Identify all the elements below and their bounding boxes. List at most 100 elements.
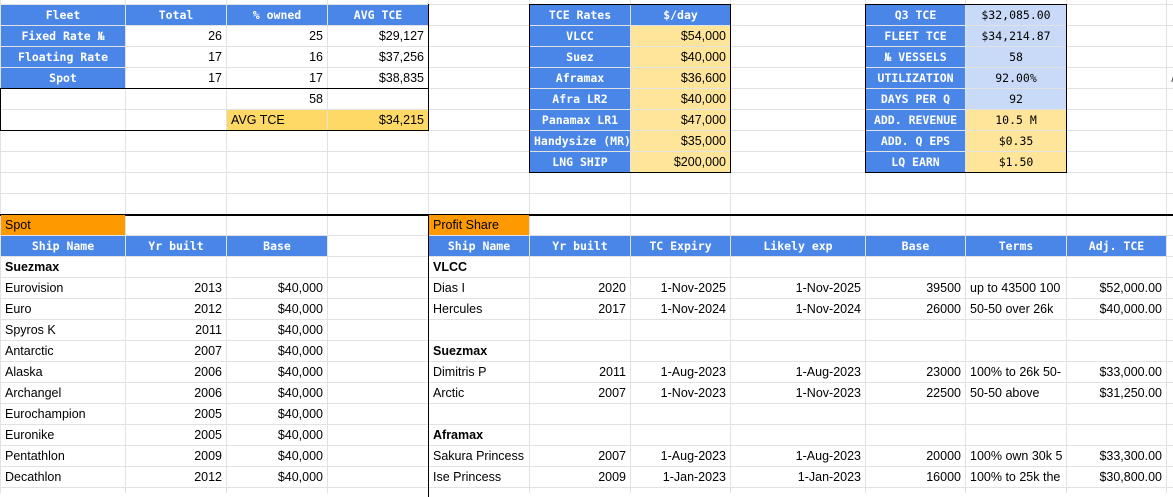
tce-vessel-type[interactable]: VLCC (530, 26, 630, 46)
profit-share-year-built[interactable]: 2017 (530, 299, 630, 319)
tce-vessel-type[interactable]: LNG SHIP (530, 152, 630, 172)
profit-share-base[interactable]: 26000 (866, 299, 965, 319)
profit-share-title[interactable]: Profit Share (429, 215, 529, 235)
profit-share-base[interactable]: 16000 (866, 467, 965, 487)
profit-share-adj-tce[interactable]: $30,800.00 (1067, 467, 1166, 487)
profit-share-terms[interactable]: 50-50 above (966, 383, 1066, 403)
profit-share-group-label[interactable]: Suezmax (429, 341, 529, 361)
tce-vessel-type[interactable]: Suez (530, 47, 630, 67)
spot-year-built[interactable]: 2006 (126, 362, 226, 382)
fleet-owned-total[interactable]: 58 (227, 89, 327, 109)
spot-ship-name[interactable]: Alaska (1, 362, 125, 382)
spot-year-built[interactable]: 2007 (126, 341, 226, 361)
tce-vessel-type[interactable]: Handysize (MR) (530, 131, 630, 151)
profit-share-column-header[interactable]: Yr built (530, 236, 630, 256)
q3-metric-value[interactable]: $1.50 (966, 152, 1066, 172)
profit-share-terms[interactable]: 50-50 over 26k (966, 299, 1066, 319)
spot-base-rate[interactable]: $40,000 (227, 383, 327, 403)
q3-metric-label[interactable]: DAYS PER Q (866, 89, 965, 109)
q3-metric-value[interactable]: 58 (966, 47, 1066, 67)
profit-share-tc-expiry[interactable]: 1-Nov-2025 (631, 278, 730, 298)
spot-year-built[interactable]: 2006 (126, 383, 226, 403)
spot-year-built[interactable]: 2012 (126, 299, 226, 319)
profit-share-adj-tce[interactable]: $31,250.00 (1067, 383, 1166, 403)
profit-share-ship-name[interactable]: Ise Princess (429, 467, 529, 487)
tce-rate-value[interactable]: $36,600 (631, 68, 730, 88)
fleet-total-cell[interactable]: 26 (126, 26, 226, 46)
profit-share-adj-tce[interactable]: $40,000.00 (1067, 299, 1166, 319)
q3-metric-label[interactable]: UTILIZATION (866, 68, 965, 88)
q3-metric-value[interactable]: 10.5 M (966, 110, 1066, 130)
profit-share-ship-name[interactable]: Sakura Princess (429, 446, 529, 466)
spot-ship-name[interactable]: Archangel (1, 383, 125, 403)
spot-ship-name[interactable]: Antarctic (1, 341, 125, 361)
spot-ship-name[interactable]: Euronike (1, 425, 125, 445)
profit-share-ship-name[interactable]: Dimitris P (429, 362, 529, 382)
spot-base-rate[interactable]: $40,000 (227, 362, 327, 382)
profit-share-year-built[interactable]: 2009 (530, 467, 630, 487)
profit-share-ship-name[interactable]: Arctic (429, 383, 529, 403)
spot-ship-name[interactable]: Eurovision (1, 278, 125, 298)
spot-column-header[interactable]: Base (227, 236, 327, 256)
fleet-header-cell[interactable]: % owned (227, 5, 327, 25)
spot-base-rate[interactable]: $40,000 (227, 341, 327, 361)
profit-share-tc-expiry[interactable]: 1-Jan-2023 (631, 467, 730, 487)
fleet-header-cell[interactable]: Total (126, 5, 226, 25)
spot-ship-name[interactable]: Pentathlon (1, 446, 125, 466)
fleet-avg-tce-cell[interactable]: $37,256 (328, 47, 428, 67)
q3-metric-value[interactable]: $32,085.00 (966, 5, 1066, 25)
q3-metric-label[interactable]: № VESSELS (866, 47, 965, 67)
tce-rate-value[interactable]: $54,000 (631, 26, 730, 46)
profit-share-base[interactable]: 23000 (866, 362, 965, 382)
spot-year-built[interactable]: 2005 (126, 404, 226, 424)
profit-share-likely-exp[interactable]: 1-Aug-2023 (731, 446, 865, 466)
fleet-row-label[interactable]: Fixed Rate № (1, 26, 125, 46)
spot-ship-name[interactable]: Eurochampion (1, 404, 125, 424)
spot-year-built[interactable]: 2011 (126, 320, 226, 340)
tce-vessel-type[interactable]: Panamax LR1 (530, 110, 630, 130)
tce-rate-value[interactable]: $40,000 (631, 89, 730, 109)
spot-year-built[interactable]: 2012 (126, 467, 226, 487)
spot-year-built[interactable]: 2013 (126, 278, 226, 298)
profit-share-column-header[interactable]: Likely exp (731, 236, 865, 256)
profit-share-likely-exp[interactable]: 1-Nov-2023 (731, 383, 865, 403)
spot-year-built[interactable]: 2005 (126, 425, 226, 445)
profit-share-adj-tce[interactable]: $33,300.00 (1067, 446, 1166, 466)
fleet-total-cell[interactable]: 17 (126, 47, 226, 67)
spot-base-rate[interactable]: $40,000 (227, 299, 327, 319)
profit-share-column-header[interactable]: TC Expiry (631, 236, 730, 256)
profit-share-tc-expiry[interactable]: 1-Aug-2023 (631, 362, 730, 382)
fleet-header-cell[interactable]: AVG TCE (328, 5, 428, 25)
fleet-total-cell[interactable]: 17 (126, 68, 226, 88)
profit-share-terms[interactable]: up to 43500 100 (966, 278, 1066, 298)
profit-share-terms[interactable]: 100% to 25k the (966, 467, 1066, 487)
q3-metric-label[interactable]: ADD. Q EPS (866, 131, 965, 151)
tce-rate-value[interactable]: $47,000 (631, 110, 730, 130)
profit-share-likely-exp[interactable]: 1-Jan-2023 (731, 467, 865, 487)
q3-metric-value[interactable]: 92 (966, 89, 1066, 109)
profit-share-column-header[interactable]: Base (866, 236, 965, 256)
profit-share-group-label[interactable]: Aframax (429, 425, 529, 445)
profit-share-tc-expiry[interactable]: 1-Aug-2023 (631, 446, 730, 466)
fleet-avg-tce-cell[interactable]: $38,835 (328, 68, 428, 88)
spot-ship-name[interactable]: Decathlon (1, 467, 125, 487)
profit-share-tc-expiry[interactable]: 1-Nov-2024 (631, 299, 730, 319)
spot-group-label[interactable]: Suezmax (1, 257, 125, 277)
profit-share-adj-tce[interactable]: $33,000.00 (1067, 362, 1166, 382)
q3-metric-value[interactable]: $34,214.87 (966, 26, 1066, 46)
avg-tce-label[interactable]: AVG TCE (227, 110, 327, 130)
profit-share-likely-exp[interactable]: 1-Nov-2025 (731, 278, 865, 298)
spot-base-rate[interactable]: $40,000 (227, 278, 327, 298)
avg-tce-value[interactable]: $34,215 (328, 110, 428, 130)
profit-share-base[interactable]: 20000 (866, 446, 965, 466)
q3-metric-label[interactable]: ADD. REVENUE (866, 110, 965, 130)
profit-share-year-built[interactable]: 2020 (530, 278, 630, 298)
fleet-avg-tce-cell[interactable]: $29,127 (328, 26, 428, 46)
profit-share-column-header[interactable]: Ship Name (429, 236, 529, 256)
fleet-owned-cell[interactable]: 16 (227, 47, 327, 67)
profit-share-likely-exp[interactable]: 1-Nov-2024 (731, 299, 865, 319)
profit-share-ship-name[interactable]: Hercules (429, 299, 529, 319)
tce-rates-header[interactable]: TCE Rates (530, 5, 630, 25)
profit-share-column-header[interactable]: Terms (966, 236, 1066, 256)
profit-share-terms[interactable]: 100% to 26k 50- (966, 362, 1066, 382)
